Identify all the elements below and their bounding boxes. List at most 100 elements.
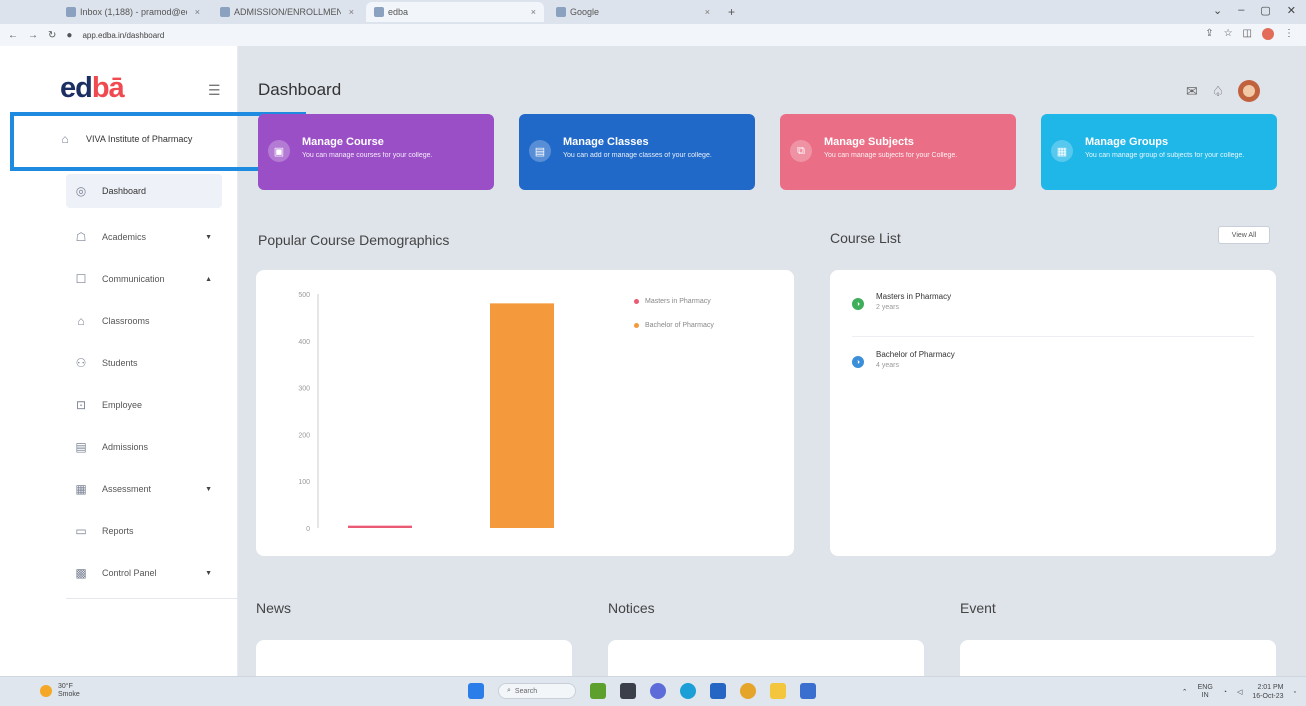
course-list-item[interactable]: ◑ Bachelor of Pharmacy 4 years: [852, 350, 955, 369]
maximize-button[interactable]: ▢: [1260, 4, 1270, 17]
sidebar-divider: [66, 598, 238, 599]
chat-icon[interactable]: [650, 683, 666, 699]
share-icon[interactable]: ⇪: [1205, 28, 1213, 40]
sidebar-item-label: Communication: [102, 274, 165, 284]
tab-close-icon[interactable]: ×: [705, 7, 710, 17]
sidebar-item-control-panel[interactable]: ▩ Control Panel ▼: [66, 552, 222, 594]
y-tick-label: 200: [298, 432, 310, 439]
browser-tab[interactable]: ADMISSION/ENROLLMENT LIST - ... ×: [212, 2, 362, 22]
sidebar-item-label: Reports: [102, 526, 134, 536]
back-icon[interactable]: ←: [8, 30, 18, 41]
browser-menu-icon[interactable]: ⋮: [1284, 28, 1294, 40]
app-icon[interactable]: [590, 683, 606, 699]
edge-icon[interactable]: [680, 683, 696, 699]
sidebar-item-classrooms[interactable]: ⌂ Classrooms: [66, 300, 222, 342]
sidebar-item-label: Control Panel: [102, 568, 157, 578]
message-icon: ☐: [75, 272, 87, 286]
sidebar-item-admissions[interactable]: ▤ Admissions: [66, 426, 222, 468]
browser-tab[interactable]: Inbox (1,188) - pramod@edba... ×: [58, 2, 208, 22]
chrome-icon[interactable]: [740, 683, 756, 699]
tab-close-icon[interactable]: ×: [531, 7, 536, 17]
tab-favicon-icon: [66, 7, 76, 17]
card-text: Manage Classes You can add or manage clas…: [563, 136, 712, 160]
card-manage-classes[interactable]: ▤ Manage Classes You can add or manage cla…: [519, 114, 755, 190]
sidebar-item-dashboard[interactable]: ◎ Dashboard: [66, 174, 222, 208]
language-indicator[interactable]: ENG IN: [1198, 684, 1213, 700]
reload-icon[interactable]: ↻: [48, 30, 56, 41]
sidebar-item-communication[interactable]: ☐ Communication ▲: [66, 258, 222, 300]
course-text: Masters in Pharmacy 2 years: [876, 292, 951, 311]
legend-label: Masters in Pharmacy: [645, 297, 711, 305]
sidebar-item-employee[interactable]: ⊡ Employee: [66, 384, 222, 426]
forward-icon[interactable]: →: [28, 30, 38, 41]
sidebar-item-students[interactable]: ⚇ Students: [66, 342, 222, 384]
course-duration: 4 years: [876, 362, 899, 369]
tab-favicon-icon: [374, 7, 384, 17]
start-icon[interactable]: [468, 683, 484, 699]
profile-icon[interactable]: [1262, 28, 1274, 40]
browser-tab[interactable]: Google ×: [548, 2, 718, 22]
graduation-cap-icon: ☖: [75, 230, 87, 244]
avatar[interactable]: [1238, 80, 1261, 102]
sidebar-item-academics[interactable]: ☖ Academics ▼: [66, 216, 222, 258]
legend-item[interactable]: Bachelor of Pharmacy: [634, 318, 714, 332]
address-bar: ← → ↻ ● app.edba.in/dashboard ⇪ ☆ ◫ ⋮: [0, 24, 1306, 46]
taskbar-search[interactable]: ⌕ Search: [498, 683, 576, 699]
task-view-icon[interactable]: [620, 683, 636, 699]
file-explorer-icon[interactable]: [770, 683, 786, 699]
course-list-panel: ◑ Masters in Pharmacy 2 years ◑ Bachelor of …: [830, 270, 1276, 556]
course-list-item[interactable]: ◑ Masters in Pharmacy 2 years: [852, 292, 951, 311]
wifi-icon[interactable]: ◔: [1223, 689, 1227, 696]
tab-close-icon[interactable]: ×: [195, 7, 200, 17]
news-title: News: [256, 600, 292, 616]
app-icon-2[interactable]: [800, 683, 816, 699]
browser-tab[interactable]: edba ×: [366, 2, 544, 22]
edba-logo[interactable]: edbā: [60, 72, 125, 105]
bar-bachelor-of-pharmacy[interactable]: [490, 303, 554, 528]
tab-close-icon[interactable]: ×: [349, 7, 354, 17]
url-field[interactable]: app.edba.in/dashboard: [82, 31, 164, 40]
bookmark-star-icon[interactable]: ☆: [1224, 28, 1233, 40]
minimize-button[interactable]: –: [1238, 4, 1244, 17]
weather-widget[interactable]: 30°F Smoke: [40, 683, 80, 699]
expand-caret-icon[interactable]: ▼: [205, 486, 212, 493]
course-icon: ▣: [268, 140, 290, 162]
volume-icon[interactable]: ◁: [1237, 688, 1242, 696]
course-text: Bachelor of Pharmacy 4 years: [876, 350, 955, 369]
card-manage-groups[interactable]: ▦ Manage Groups You can manage group of su…: [1041, 114, 1277, 190]
event-title: Event: [960, 600, 996, 616]
clock[interactable]: 2:01 PM 16-Oct-23: [1252, 683, 1283, 701]
bell-icon[interactable]: ♤: [1212, 83, 1225, 100]
event-panel: [960, 640, 1276, 680]
site-info-icon[interactable]: ●: [66, 30, 72, 41]
y-tick-label: 500: [298, 292, 310, 299]
groups-icon: ▦: [1051, 140, 1073, 162]
view-all-button[interactable]: View All: [1218, 226, 1270, 244]
card-description: You can add or manage classes of your co…: [563, 152, 712, 159]
notification-icon[interactable]: ▫: [1294, 689, 1296, 696]
sidebar-item-assessment[interactable]: ▦ Assessment ▼: [66, 468, 222, 510]
course-icon: ◑: [852, 356, 864, 368]
hamburger-menu-icon[interactable]: ☰: [208, 82, 221, 99]
sidebar-panel-icon[interactable]: ◫: [1243, 28, 1252, 40]
close-window-button[interactable]: ✕: [1287, 4, 1296, 17]
classes-icon: ▤: [529, 140, 551, 162]
tray-overflow-icon[interactable]: ⌃: [1182, 688, 1188, 696]
expand-caret-icon[interactable]: ▼: [205, 234, 212, 241]
card-manage-subjects[interactable]: ⧉ Manage Subjects You can manage subjects …: [780, 114, 1016, 190]
expand-caret-icon[interactable]: ▲: [205, 276, 212, 283]
card-manage-course[interactable]: ▣ Manage Course You can manage courses for…: [258, 114, 494, 190]
notices-panel: [608, 640, 924, 680]
mail-icon[interactable]: ✉: [1186, 83, 1198, 100]
bar-masters-in-pharmacy[interactable]: [348, 525, 412, 528]
tab-search-icon[interactable]: ⌄: [1213, 4, 1222, 17]
card-text: Manage Course You can manage courses for …: [302, 136, 433, 160]
legend-item[interactable]: Masters in Pharmacy: [634, 294, 714, 308]
demographics-chart: 500 400 300 200 100 0: [298, 292, 554, 533]
weather-temp: 30°F: [58, 683, 73, 690]
new-tab-button[interactable]: +: [722, 5, 741, 19]
header-icons: ✉ ♤: [1186, 80, 1261, 102]
store-icon[interactable]: [710, 683, 726, 699]
expand-caret-icon[interactable]: ▼: [205, 570, 212, 577]
sidebar-item-reports[interactable]: ▭ Reports: [66, 510, 222, 552]
